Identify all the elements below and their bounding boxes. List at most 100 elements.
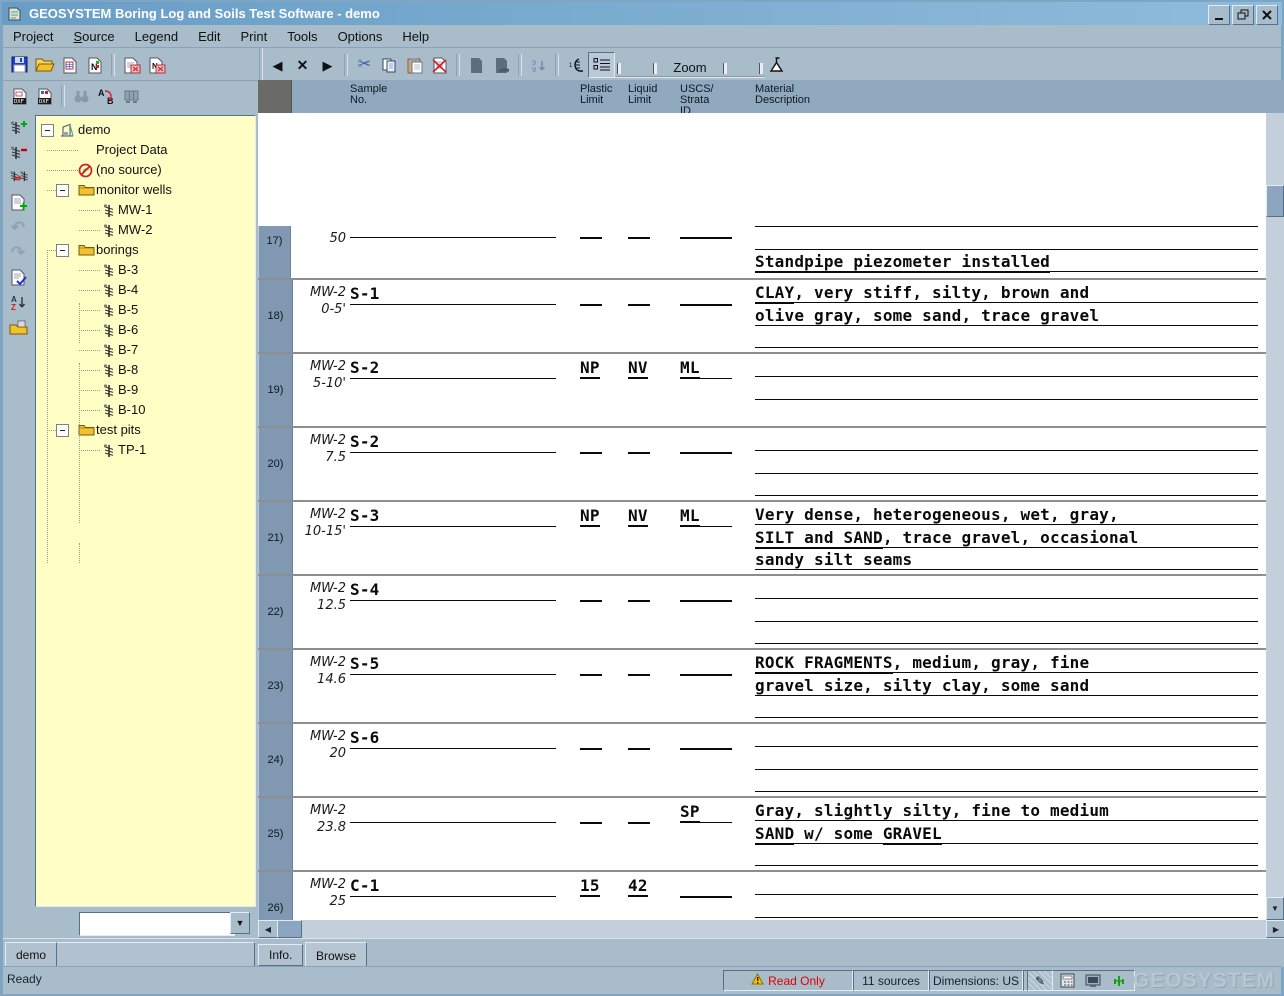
description-line[interactable] <box>755 230 1258 249</box>
plastic-limit-cell[interactable] <box>580 674 602 676</box>
grid-corner-cell[interactable] <box>258 80 292 113</box>
row-number[interactable]: 24) <box>258 724 293 796</box>
redo-button[interactable]: ↷ <box>5 241 31 264</box>
columns-button[interactable] <box>119 84 144 108</box>
tree-item-project-data[interactable]: Project Data <box>96 142 168 157</box>
depth-label[interactable]: MW-2 <box>292 433 346 448</box>
description-line[interactable] <box>755 624 1258 643</box>
sample-cell[interactable]: S-3 <box>350 506 380 525</box>
depth-label[interactable]: 50 <box>292 231 346 246</box>
sample-cell[interactable]: S-6 <box>350 728 380 747</box>
description-line[interactable] <box>755 875 1258 894</box>
delete-boring-button[interactable] <box>5 141 31 164</box>
sample-cell[interactable]: C-1 <box>350 876 380 895</box>
datasheet-view-button[interactable] <box>588 52 615 78</box>
paste-button[interactable] <box>402 53 427 77</box>
open-button[interactable] <box>32 53 57 77</box>
test-flask-button[interactable] <box>765 53 790 77</box>
datasheet-icon[interactable] <box>1055 971 1079 990</box>
uscs-cell[interactable] <box>680 580 732 598</box>
sample-cell[interactable] <box>350 217 556 237</box>
depth-label[interactable]: MW-2 <box>292 359 346 374</box>
description-line[interactable] <box>755 454 1258 473</box>
liquid-limit-cell[interactable]: 42 <box>628 876 648 895</box>
row-number[interactable]: 17) <box>258 226 291 278</box>
combo-dropdown-button[interactable]: ▼ <box>230 912 250 934</box>
find-button[interactable] <box>69 84 94 108</box>
liquid-limit-cell[interactable] <box>628 600 650 602</box>
plastic-limit-cell[interactable]: NP <box>580 358 600 377</box>
depth-label[interactable]: MW-2 <box>292 581 346 596</box>
horizontal-scrollbar-thumb[interactable] <box>277 920 302 938</box>
description-line[interactable] <box>755 772 1258 791</box>
undo-button[interactable]: ↶ <box>5 216 31 239</box>
row-number[interactable]: 23) <box>258 650 293 722</box>
plastic-limit-cell[interactable] <box>580 600 602 602</box>
plastic-limit-cell[interactable] <box>580 822 602 824</box>
export-dxf2-button[interactable]: DXF <box>32 84 57 108</box>
plastic-limit-cell[interactable] <box>580 237 602 239</box>
add-report-button[interactable] <box>5 191 31 214</box>
copy-button[interactable] <box>377 53 402 77</box>
report-remove-button[interactable]: N <box>144 53 169 77</box>
uscs-cell[interactable] <box>680 284 732 302</box>
delete-record-button[interactable]: ✕ <box>290 53 315 77</box>
save-button[interactable] <box>7 53 32 77</box>
tree-item-tp-1[interactable]: TP-1 <box>118 442 146 457</box>
depth-label[interactable]: MW-2 <box>292 877 346 892</box>
scroll-right-button[interactable]: ▶ <box>1266 920 1284 938</box>
uscs-cell[interactable]: ML <box>680 506 700 525</box>
description-line[interactable] <box>755 727 1258 746</box>
row-number[interactable]: 19) <box>258 354 293 426</box>
row-number[interactable]: 20) <box>258 428 293 500</box>
minimize-button[interactable] <box>1208 5 1230 25</box>
tree-item-b-10[interactable]: B-10 <box>118 402 145 417</box>
row-number[interactable]: 21) <box>258 502 293 574</box>
description-line[interactable]: olive gray, some sand, trace gravel <box>755 306 1258 325</box>
tree-collapse-box[interactable] <box>56 424 69 437</box>
description-line[interactable]: ROCK FRAGMENTS, medium, gray, fine <box>755 653 1258 672</box>
scroll-left-button[interactable]: ◀ <box>258 920 278 938</box>
tree-item-test-pits[interactable]: test pits <box>96 422 141 437</box>
depth-label[interactable]: 7.5 <box>292 450 346 465</box>
liquid-limit-cell[interactable] <box>628 452 650 454</box>
menu-options[interactable]: Options <box>328 27 393 46</box>
depth-label[interactable]: 20 <box>292 746 346 761</box>
tab-info[interactable]: Info. <box>258 944 303 966</box>
tree-item-b-9[interactable]: B-9 <box>118 382 138 397</box>
doc-table-button[interactable] <box>57 53 82 77</box>
zoom-slider[interactable]: Zoom <box>615 52 765 78</box>
check-document-button[interactable] <box>5 266 31 289</box>
tree-item-b-3[interactable]: B-3 <box>118 262 138 277</box>
tab-browse[interactable]: Browse <box>305 942 367 968</box>
description-line[interactable]: gravel size, silty clay, some sand <box>755 676 1258 695</box>
tree-item-demo[interactable]: demo <box>78 122 111 137</box>
tree-item-mw-2[interactable]: MW-2 <box>118 222 152 237</box>
description-line[interactable] <box>755 207 1258 226</box>
plastic-limit-cell[interactable]: NP <box>580 506 600 525</box>
export-dxf-button[interactable]: DXF <box>7 84 32 108</box>
depth-label[interactable]: MW-2 <box>292 655 346 670</box>
depth-label[interactable]: 10-15' <box>292 524 346 539</box>
sample-cell[interactable]: S-4 <box>350 580 380 599</box>
uscs-cell[interactable]: SP <box>680 802 700 821</box>
row-number[interactable]: 22) <box>258 576 293 648</box>
tree-item-borings[interactable]: borings <box>96 242 139 257</box>
doc-report-button[interactable]: N <box>82 53 107 77</box>
delete-cell-button[interactable] <box>427 53 452 77</box>
description-line[interactable] <box>755 846 1258 865</box>
description-line[interactable] <box>755 380 1258 399</box>
uscs-cell[interactable] <box>680 217 732 235</box>
tree-item-b-6[interactable]: B-6 <box>118 322 138 337</box>
description-line[interactable]: Very dense, heterogeneous, wet, gray, <box>755 505 1258 524</box>
row-number[interactable]: 26) <box>258 872 293 920</box>
add-boring-button[interactable] <box>5 116 31 139</box>
plastic-limit-cell[interactable] <box>580 304 602 306</box>
cut-button[interactable]: ✂ <box>352 53 377 77</box>
menu-help[interactable]: Help <box>392 27 439 46</box>
liquid-limit-cell[interactable]: NV <box>628 358 648 377</box>
plastic-limit-cell[interactable] <box>580 748 602 750</box>
tree-item--no-source-[interactable]: (no source) <box>96 162 162 177</box>
liquid-limit-cell[interactable] <box>628 674 650 676</box>
plastic-limit-cell[interactable]: 15 <box>580 876 600 895</box>
